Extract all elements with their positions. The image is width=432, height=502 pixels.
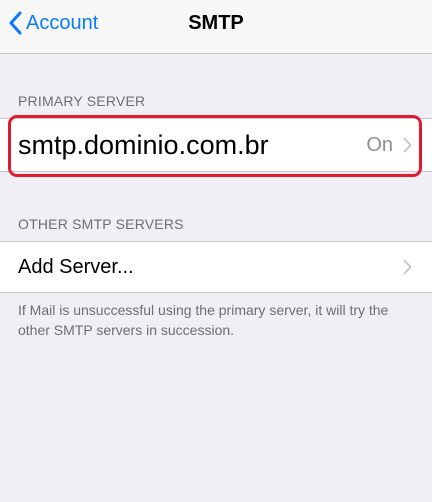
add-server-row[interactable]: Add Server... [0, 241, 432, 293]
primary-server-header: PRIMARY SERVER [18, 93, 146, 109]
primary-server-status: On [366, 133, 393, 156]
chevron-right-icon [403, 259, 412, 275]
navigation-bar: Account SMTP [0, 0, 432, 54]
page-title: SMTP [188, 12, 244, 34]
add-server-label: Add Server... [18, 255, 134, 278]
primary-server-label: smtp.dominio.com.br [18, 129, 269, 160]
primary-server-row[interactable]: smtp.dominio.com.br On [0, 118, 432, 172]
chevron-right-icon [403, 137, 412, 153]
other-smtp-servers-header: OTHER SMTP SERVERS [18, 216, 184, 232]
footer-description: If Mail is unsuccessful using the primar… [18, 302, 389, 338]
